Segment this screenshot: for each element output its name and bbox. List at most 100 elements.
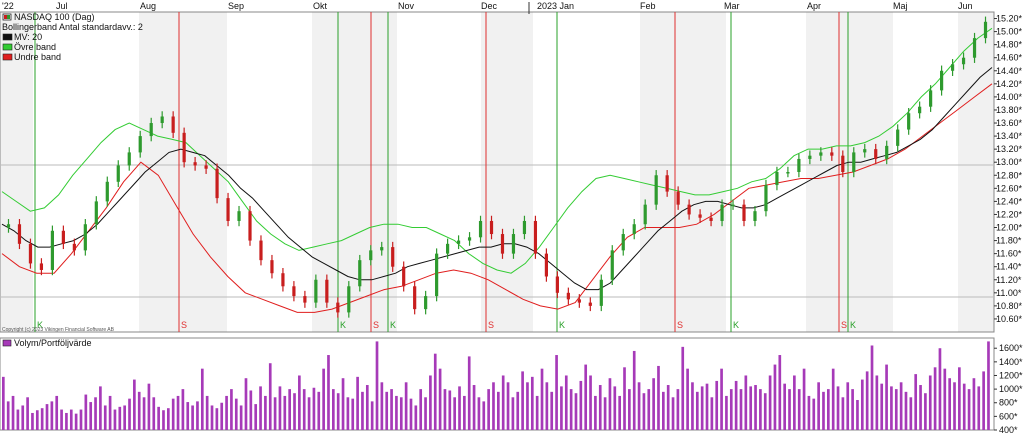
candle-down: [17, 224, 22, 244]
candle-down: [687, 204, 691, 215]
volume-bar: [404, 382, 408, 430]
candle-down: [39, 263, 44, 270]
volume-bar: [356, 376, 359, 430]
candle-down: [402, 266, 406, 287]
volume-bar: [676, 389, 680, 430]
volume-bar: [729, 389, 733, 430]
volume-bar: [137, 391, 141, 430]
month-stripe: [481, 12, 533, 332]
month-stripe: [893, 12, 958, 332]
legend-label: NASDAQ 100 (Dag): [14, 12, 95, 22]
candle-down: [215, 168, 219, 199]
volume-bar: [487, 389, 490, 430]
volume-bar: [380, 382, 384, 430]
volume-bar: [55, 395, 59, 430]
volume-bar: [831, 368, 835, 430]
copyright-text: Copyright (c) 2023 Vikingen Financial So…: [2, 327, 115, 333]
volume-bar: [933, 367, 937, 430]
volume-bar: [686, 368, 689, 430]
volume-bar: [268, 363, 272, 430]
month-label: Feb: [640, 1, 656, 11]
candle-up: [149, 123, 153, 137]
buy-signal-label: K: [340, 320, 346, 330]
volume-bar: [210, 405, 214, 430]
price-tick-label: 12.00*: [996, 223, 1023, 233]
volume-bar: [395, 395, 398, 430]
month-label: Dec: [481, 1, 498, 11]
volume-bar: [526, 382, 529, 430]
volume-bar: [662, 391, 665, 430]
volume-bar: [763, 393, 767, 430]
price-tick-label: 15.00*: [996, 27, 1023, 37]
volume-bar: [904, 391, 908, 430]
volume-bar: [74, 413, 78, 430]
volume-bar: [545, 382, 549, 430]
sell-signal-label: S: [488, 320, 494, 330]
stock-chart: KSKSKSKSKSK '22 Jul Aug Sep Okt Nov Dec 2023 Ja…: [0, 0, 1024, 434]
volume-bar: [283, 395, 287, 430]
price-tick-label: 14.40*: [996, 66, 1023, 76]
candle-down: [292, 286, 296, 297]
volume-bar: [710, 397, 714, 430]
volume-bar: [123, 405, 126, 430]
volume-bar: [215, 408, 219, 430]
volume-bar: [176, 395, 180, 430]
volume-bar: [666, 385, 670, 430]
candle-down: [577, 299, 581, 303]
candle-up: [643, 204, 647, 225]
volume-bar: [458, 386, 461, 430]
volume-bar: [681, 346, 685, 430]
volume-bar: [943, 368, 947, 430]
volume-bar: [186, 402, 190, 430]
volume-bar: [234, 398, 238, 430]
candle-up: [621, 234, 625, 251]
candle-up: [775, 172, 779, 186]
volume-bar: [118, 406, 122, 430]
volume-bar: [21, 405, 25, 430]
candle-up: [731, 204, 735, 207]
volume-bar: [142, 397, 146, 430]
volume-bar: [103, 405, 107, 430]
volume-bar: [530, 376, 534, 430]
price-tick-label: 11.40*: [996, 262, 1022, 272]
candle-down: [270, 260, 274, 274]
volume-bar: [579, 380, 583, 430]
month-stripe: [227, 12, 312, 332]
volume-tick-label: 800*: [999, 398, 1018, 408]
volume-bar: [802, 368, 806, 430]
volume-bar: [390, 389, 393, 430]
candle-up: [950, 64, 955, 71]
sell-signal-label: S: [181, 320, 187, 330]
volume-bar: [65, 412, 68, 430]
volume-bar: [50, 401, 54, 430]
month-label: Okt: [313, 1, 328, 11]
volume-bar: [924, 393, 927, 430]
volume-bar: [948, 378, 951, 430]
volume-bar: [836, 386, 840, 430]
volume-bar: [385, 391, 389, 430]
volume-bar: [298, 375, 301, 430]
candle-down: [28, 243, 33, 264]
volume-bar: [928, 375, 932, 430]
volume-bar: [967, 389, 971, 430]
volume-bar: [409, 398, 413, 430]
volume-swatch-icon: [2, 339, 12, 347]
candle-down: [193, 162, 197, 166]
candle-up: [358, 260, 362, 287]
volume-bar: [982, 371, 985, 430]
candle-up: [610, 250, 614, 280]
candle-up: [961, 57, 966, 65]
candle-up: [786, 172, 790, 174]
volume-bar: [865, 371, 869, 430]
volume-bar: [472, 385, 476, 430]
candle-down: [588, 302, 592, 306]
volume-tick-label: 400*: [999, 425, 1018, 434]
price-tick-label: 10.60*: [996, 314, 1023, 324]
volume-tick-label: 1600*: [999, 343, 1023, 353]
candle-up: [478, 220, 483, 238]
volume-panel: Volym/Portföljvärde 400* 600* 800* 1000* 1200…: [0, 337, 1024, 434]
volume-bar: [40, 408, 44, 430]
candle-up: [435, 253, 439, 297]
candle-up: [380, 247, 384, 251]
volume-bar: [419, 389, 423, 430]
